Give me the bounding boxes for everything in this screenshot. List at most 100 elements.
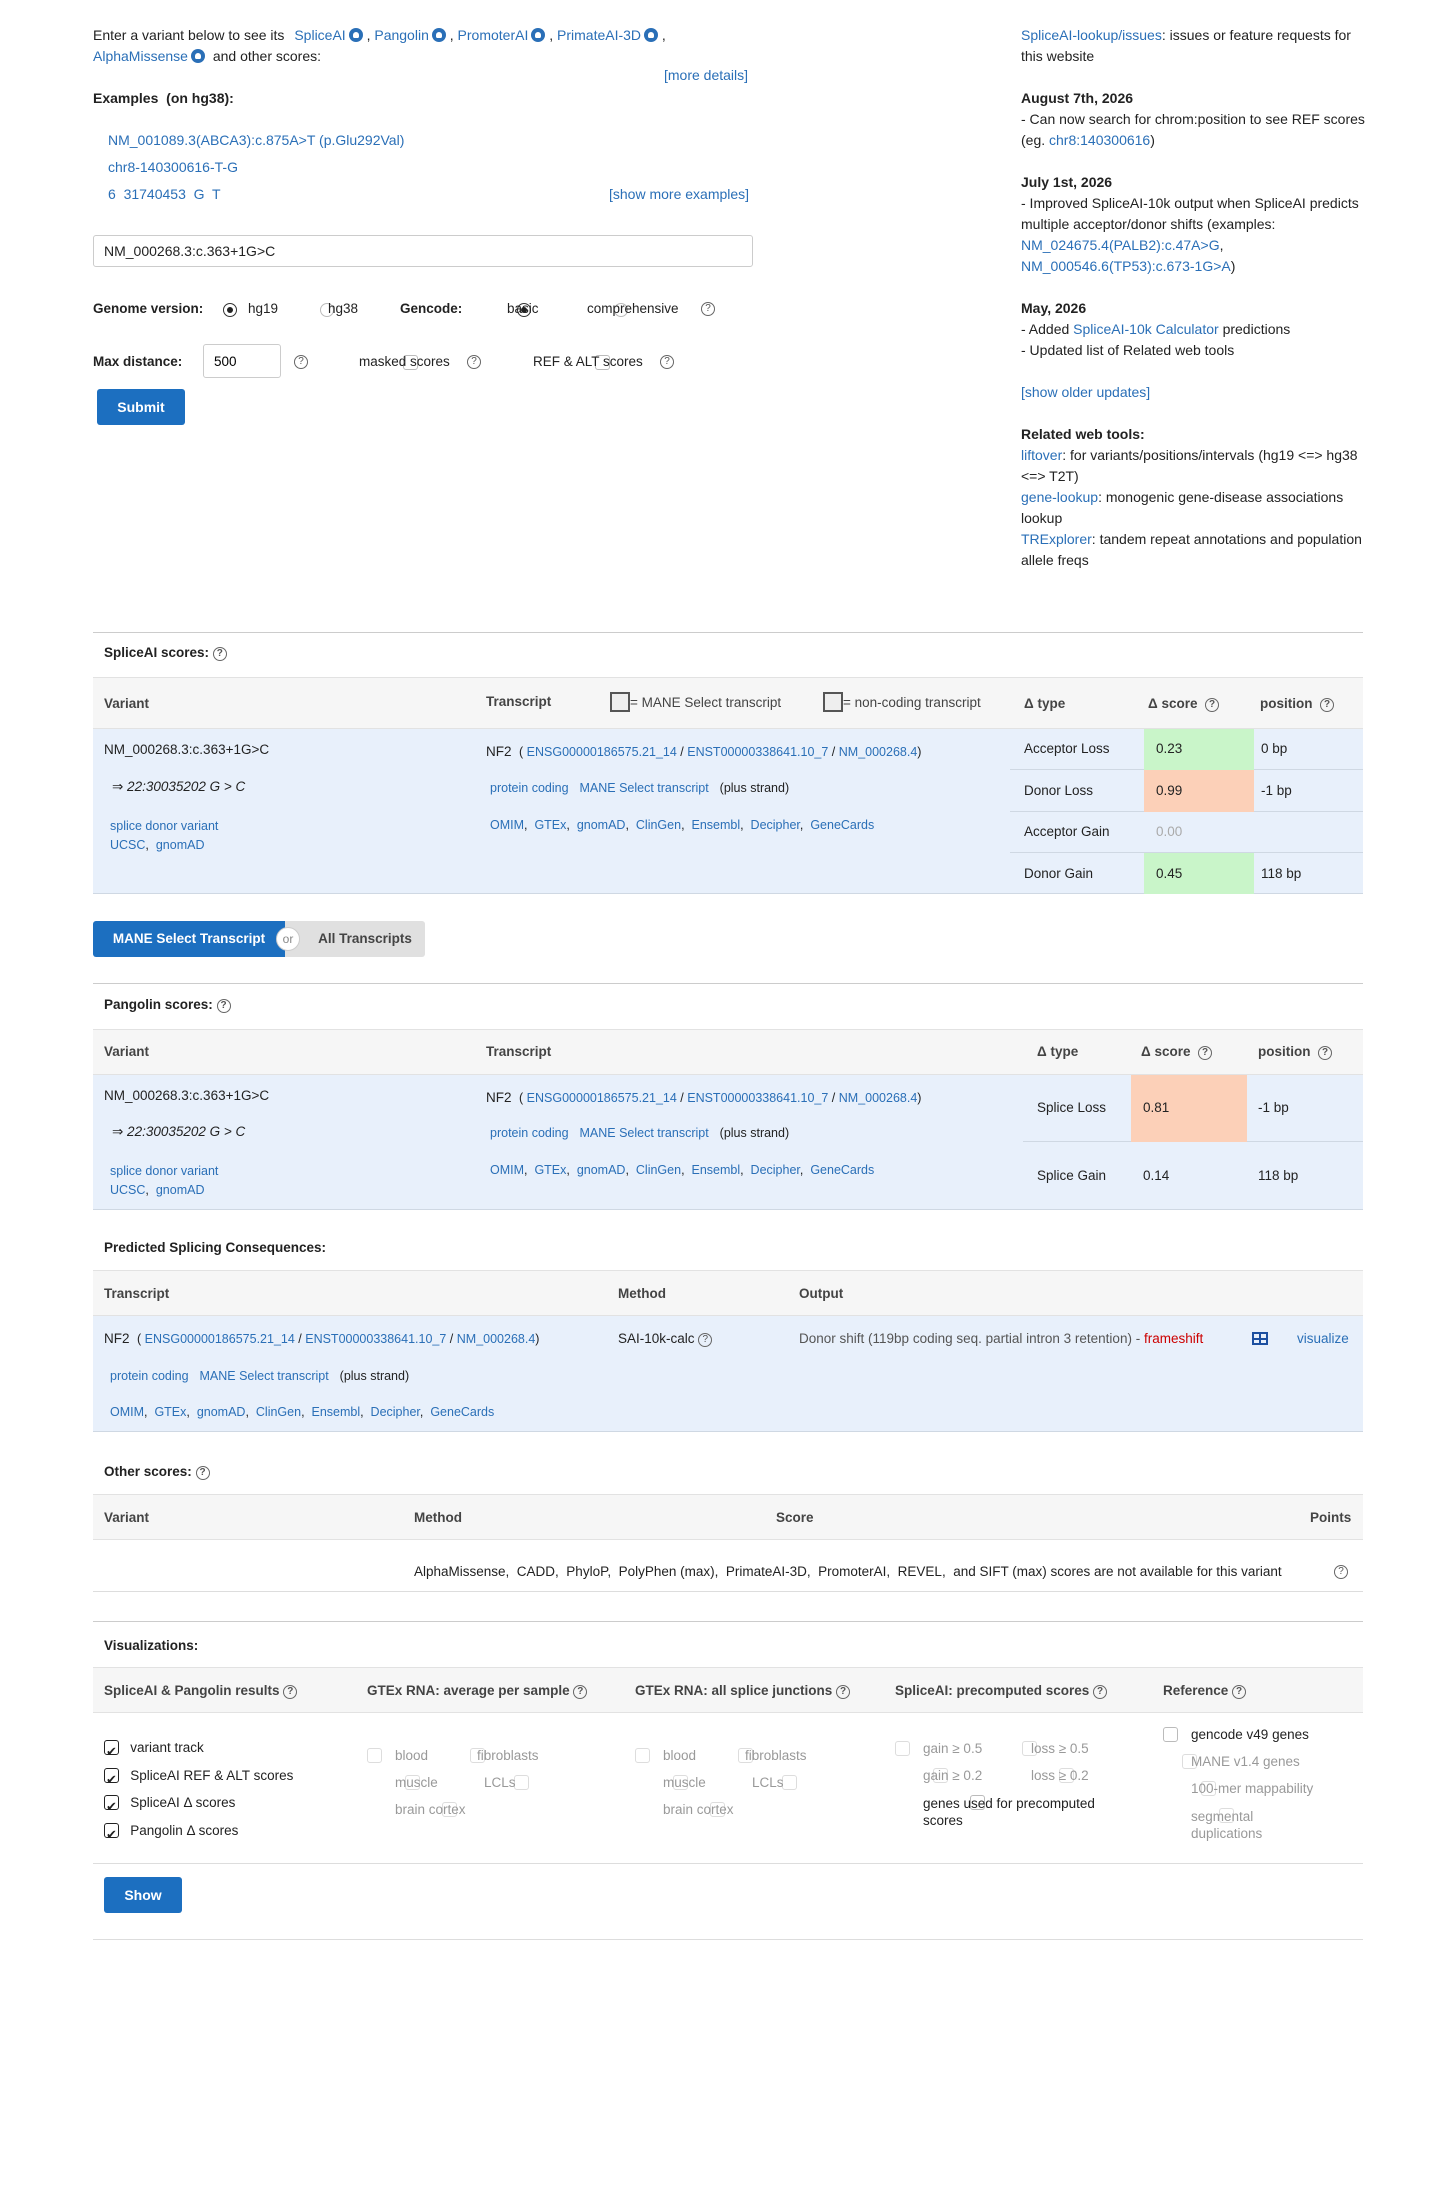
enst-link[interactable]: ENST00000338641.10_7 (305, 1332, 446, 1346)
decipher-link[interactable]: Decipher (371, 1405, 420, 1419)
decipher-link[interactable]: Decipher (751, 818, 800, 832)
blood-checkbox[interactable] (635, 1748, 650, 1763)
gnomad-link[interactable]: gnomAD (156, 1183, 205, 1197)
ensg-link[interactable]: ENSG00000186575.21_14 (145, 1332, 295, 1346)
help-icon[interactable]: ? (1320, 698, 1335, 712)
lcls-checkbox[interactable] (514, 1775, 530, 1790)
news-link[interactable]: NM_024675.4(PALB2):c.47A>G (1021, 237, 1220, 253)
refseq-link[interactable]: NM_000268.4 (839, 1091, 918, 1105)
gnomad-link[interactable]: gnomAD (577, 1163, 626, 1177)
blood-checkbox[interactable] (367, 1748, 382, 1763)
help-icon[interactable]: ? (1318, 1046, 1333, 1060)
clingen-link[interactable]: ClinGen (256, 1405, 301, 1419)
help-icon[interactable]: ? (1205, 698, 1219, 712)
github-icon[interactable] (190, 49, 205, 63)
help-icon[interactable]: ? (195, 1466, 210, 1480)
mane-select-toggle[interactable]: MANE Select Transcript (93, 921, 285, 957)
spliceai-link[interactable]: SpliceAI (294, 27, 345, 43)
show-more-examples-link[interactable]: [show more examples] (609, 186, 749, 202)
mane-tag[interactable]: MANE Select transcript (579, 1126, 708, 1140)
news-link[interactable]: NM_000546.6(TP53):c.673-1G>A (1021, 258, 1231, 274)
clingen-link[interactable]: ClinGen (636, 818, 681, 832)
all-transcripts-toggle[interactable]: All Transcripts (285, 921, 425, 957)
mane-tag[interactable]: MANE Select transcript (199, 1369, 328, 1383)
hg19-radio[interactable] (223, 303, 237, 317)
help-icon[interactable]: ? (836, 1685, 851, 1699)
genecards-link[interactable]: GeneCards (810, 818, 874, 832)
github-icon[interactable] (531, 28, 546, 42)
variant-input[interactable] (93, 235, 753, 267)
more-details-link[interactable]: [more details] (664, 67, 748, 83)
example-2[interactable]: chr8-140300616-T-G (108, 159, 238, 175)
alphamissense-link[interactable]: AlphaMissense (93, 48, 188, 64)
gnomad-link[interactable]: gnomAD (156, 838, 205, 852)
gain-05-checkbox[interactable] (895, 1741, 910, 1756)
omim-link[interactable]: OMIM (490, 1163, 524, 1177)
issues-link[interactable]: SpliceAI-lookup/issues (1021, 27, 1162, 43)
help-icon[interactable]: ? (1232, 1685, 1247, 1699)
news-link[interactable]: chr8:140300616 (1049, 132, 1150, 148)
ensembl-link[interactable]: Ensembl (691, 818, 740, 832)
gtex-link[interactable]: GTEx (534, 1163, 566, 1177)
trexplorer-link[interactable]: TRExplorer (1021, 531, 1092, 547)
ensg-link[interactable]: ENSG00000186575.21_14 (527, 1091, 677, 1105)
github-icon[interactable] (644, 28, 659, 42)
biotype-tag[interactable]: protein coding (490, 1126, 569, 1140)
gencode-genes-checkbox[interactable] (1163, 1727, 1178, 1742)
consequence-link[interactable]: splice donor variant (110, 1164, 218, 1178)
spliceai-ref-alt-checkbox[interactable] (104, 1766, 119, 1793)
clingen-link[interactable]: ClinGen (636, 1163, 681, 1177)
gtex-link[interactable]: GTEx (534, 818, 566, 832)
example-1[interactable]: NM_001089.3(ABCA3):c.875A>T (p.Glu292Val… (108, 132, 404, 148)
ensembl-link[interactable]: Ensembl (691, 1163, 740, 1177)
help-icon[interactable]: ? (283, 1685, 298, 1699)
help-icon[interactable]: ? (1093, 1685, 1108, 1699)
gnomad-link[interactable]: gnomAD (197, 1405, 246, 1419)
genecards-link[interactable]: GeneCards (810, 1163, 874, 1177)
pangolin-delta-checkbox[interactable] (104, 1821, 119, 1848)
help-icon[interactable]: ? (1198, 1046, 1212, 1060)
genecards-link[interactable]: GeneCards (430, 1405, 494, 1419)
news-link[interactable]: SpliceAI-10k Calculator (1073, 321, 1219, 337)
show-older-updates-link[interactable]: [show older updates] (1021, 384, 1150, 400)
mane-tag[interactable]: MANE Select transcript (579, 781, 708, 795)
submit-button[interactable]: Submit (97, 389, 185, 425)
biotype-tag[interactable]: protein coding (110, 1369, 189, 1383)
help-icon[interactable]: ? (294, 355, 308, 369)
omim-link[interactable]: OMIM (110, 1405, 144, 1419)
help-icon[interactable]: ? (216, 999, 231, 1013)
lcls-checkbox[interactable] (782, 1775, 798, 1790)
enst-link[interactable]: ENST00000338641.10_7 (687, 1091, 828, 1105)
table-icon[interactable] (1252, 1332, 1268, 1345)
enst-link[interactable]: ENST00000338641.10_7 (687, 745, 828, 759)
primateai-link[interactable]: PrimateAI-3D (557, 27, 641, 43)
biotype-tag[interactable]: protein coding (490, 781, 569, 795)
gene-lookup-link[interactable]: gene-lookup (1021, 489, 1098, 505)
help-icon[interactable]: ? (1334, 1565, 1348, 1579)
gnomad-link[interactable]: gnomAD (577, 818, 626, 832)
pangolin-link[interactable]: Pangolin (374, 27, 429, 43)
omim-link[interactable]: OMIM (490, 818, 524, 832)
liftover-link[interactable]: liftover (1021, 447, 1062, 463)
help-icon[interactable]: ? (573, 1685, 588, 1699)
promoterai-link[interactable]: PromoterAI (458, 27, 529, 43)
help-icon[interactable]: ? (660, 355, 674, 369)
github-icon[interactable] (348, 28, 363, 42)
github-icon[interactable] (431, 28, 446, 42)
spliceai-delta-checkbox[interactable] (104, 1793, 119, 1821)
refseq-link[interactable]: NM_000268.4 (457, 1332, 536, 1346)
gtex-link[interactable]: GTEx (154, 1405, 186, 1419)
variant-track-checkbox[interactable] (104, 1738, 119, 1766)
help-icon[interactable]: ? (701, 302, 715, 316)
help-icon[interactable]: ? (698, 1333, 713, 1347)
consequence-link[interactable]: splice donor variant (110, 819, 218, 833)
help-icon[interactable]: ? (212, 647, 227, 661)
ensembl-link[interactable]: Ensembl (311, 1405, 360, 1419)
visualize-link[interactable]: visualize (1297, 1331, 1349, 1346)
ucsc-link[interactable]: UCSC (110, 1183, 145, 1197)
example-3[interactable]: 6 31740453 G T (108, 186, 221, 202)
decipher-link[interactable]: Decipher (751, 1163, 800, 1177)
help-icon[interactable]: ? (467, 355, 481, 369)
ucsc-link[interactable]: UCSC (110, 838, 145, 852)
ensg-link[interactable]: ENSG00000186575.21_14 (527, 745, 677, 759)
